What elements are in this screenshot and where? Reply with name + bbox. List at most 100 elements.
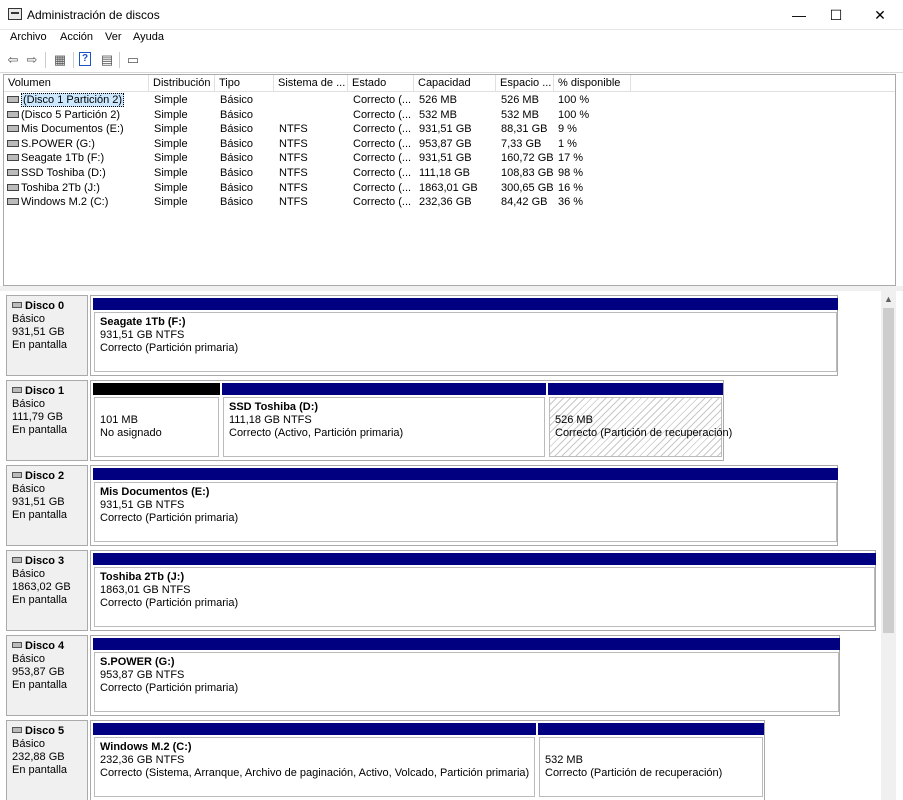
cell-text: Básico: [220, 108, 254, 121]
cell-text: NTFS: [279, 167, 308, 179]
disk-label[interactable]: Disco 0 Básico 931,51 GB En pantalla: [6, 295, 88, 376]
menu-ayuda[interactable]: Ayuda: [133, 31, 164, 43]
table-cell: 931,51 GB: [419, 151, 472, 165]
table-cell: 300,65 GB: [501, 181, 554, 195]
cell-text: 526 MB: [501, 94, 539, 106]
disk-size: 931,51 GB: [12, 496, 65, 508]
table-cell: Correcto (...: [353, 122, 411, 136]
partition-status: Correcto (Partición de recuperación): [545, 767, 723, 779]
disk-icon: [12, 387, 22, 393]
table-row[interactable]: Windows M.2 (C:) Simple Básico NTFS Correcto…: [4, 195, 895, 210]
disk-label[interactable]: Disco 5 Básico 232,88 GB En pantalla: [6, 720, 88, 800]
vertical-scrollbar[interactable]: ▲: [881, 291, 896, 800]
cell-text: Básico: [220, 196, 254, 209]
partition-block[interactable]: 526 MB Correcto (Partición de recuperació…: [548, 383, 732, 458]
table-cell: 36 %: [558, 195, 583, 209]
partition-size: 931,51 GB NTFS: [100, 329, 185, 341]
partition-bar: [538, 723, 764, 735]
show-hide-icon[interactable]: ▭: [125, 52, 141, 68]
partition-box: 101 MB No asignado: [94, 397, 219, 457]
help-icon[interactable]: ?: [79, 52, 91, 66]
partition-block[interactable]: SSD Toshiba (D:) 111,18 GB NTFS Correcto (…: [222, 383, 546, 458]
partition-title: S.POWER (G:): [100, 656, 175, 668]
disk-type: Básico: [12, 398, 46, 410]
partition-block[interactable]: Seagate 1Tb (F:) 931,51 GB NTFS Correcto (…: [93, 298, 838, 373]
partition-block[interactable]: Toshiba 2Tb (J:) 1863,01 GB NTFS Correcto …: [93, 553, 876, 628]
partition-size: 526 MB: [555, 414, 593, 426]
scroll-up-icon[interactable]: ▲: [881, 291, 896, 308]
menu-accion[interactable]: Acción: [60, 31, 93, 43]
table-row[interactable]: (Disco 1 Partición 2) Simple Básico Correct…: [4, 93, 895, 108]
cell-text: 160,72 GB: [501, 152, 554, 165]
disk-icon: [12, 302, 22, 308]
column-header-disponible[interactable]: % disponible: [554, 75, 631, 92]
table-row[interactable]: Mis Documentos (E:) Simple Básico NTFS Corre…: [4, 122, 895, 137]
disk-label[interactable]: Disco 3 Básico 1863,02 GB En pantalla: [6, 550, 88, 631]
column-header-volumen[interactable]: Volumen: [4, 75, 149, 92]
column-header-espacio[interactable]: Espacio ...: [496, 75, 554, 92]
table-cell: Seagate 1Tb (F:): [21, 151, 104, 165]
partition-size: 111,18 GB NTFS: [229, 414, 312, 426]
disk-name: Disco 3: [12, 555, 87, 568]
partition-block[interactable]: Mis Documentos (E:) 931,51 GB NTFS Correct…: [93, 468, 838, 543]
table-cell: Básico: [220, 137, 253, 151]
partition-size: 1863,01 GB NTFS: [100, 584, 191, 596]
disk-size: 953,87 GB: [12, 666, 65, 678]
table-cell: 1863,01 GB: [419, 181, 478, 195]
table-row[interactable]: S.POWER (G:) Simple Básico NTFS Correcto (..…: [4, 137, 895, 152]
column-header-estado[interactable]: Estado: [348, 75, 414, 92]
partition-box: 526 MB Correcto (Partición de recuperació…: [549, 397, 732, 457]
disk-label[interactable]: Disco 2 Básico 931,51 GB En pantalla: [6, 465, 88, 546]
table-cell: 232,36 GB: [419, 195, 472, 209]
cell-text: Correcto (...: [353, 137, 412, 150]
table-cell: Correcto (...: [353, 137, 411, 151]
menu-bar: Archivo Acción Ver Ayuda: [0, 30, 903, 47]
table-row[interactable]: Toshiba 2Tb (J:) Simple Básico NTFS Correcto…: [4, 181, 895, 196]
partition-box: Toshiba 2Tb (J:) 1863,01 GB NTFS Correcto …: [94, 567, 875, 627]
volume-icon: [7, 139, 19, 147]
forward-arrow-icon[interactable]: ⇨: [24, 52, 40, 68]
properties-icon[interactable]: ▤: [99, 52, 115, 68]
table-cell: 100 %: [558, 93, 589, 107]
column-header-capacidad[interactable]: Capacidad: [414, 75, 496, 92]
cell-text: Simple: [154, 137, 188, 150]
toolbar: ⇦ ⇨ ▦ ? ▤ ▭: [0, 47, 903, 73]
disk-label[interactable]: Disco 1 Básico 111,79 GB En pantalla: [6, 380, 88, 461]
scroll-thumb[interactable]: [883, 308, 894, 633]
title-bar: Administración de discos — ☐ ✕: [0, 0, 903, 30]
cell-text: 232,36 GB: [419, 196, 472, 209]
table-cell: Correcto (...: [353, 181, 411, 195]
column-header-distribucion[interactable]: Distribución: [149, 75, 215, 92]
table-row[interactable]: (Disco 5 Partición 2) Simple Básico Correct…: [4, 108, 895, 123]
disk-partitions-area: Windows M.2 (C:) 232,36 GB NTFS Correcto (…: [90, 720, 765, 800]
cell-text: 1 %: [558, 137, 577, 150]
cell-text: 16 %: [558, 181, 584, 194]
console-tree-icon[interactable]: ▦: [52, 52, 68, 68]
column-header-sistema[interactable]: Sistema de ...: [274, 75, 348, 92]
close-button[interactable]: ✕: [857, 0, 903, 30]
table-cell: Básico: [220, 151, 253, 165]
table-row[interactable]: Seagate 1Tb (F:) Simple Básico NTFS Correcto…: [4, 151, 895, 166]
partition-status: Correcto (Partición primaria): [100, 682, 239, 694]
back-arrow-icon[interactable]: ⇦: [5, 52, 21, 68]
column-header-tipo[interactable]: Tipo: [215, 75, 274, 92]
maximize-button[interactable]: ☐: [813, 0, 859, 30]
cell-text: Correcto (...: [353, 94, 412, 106]
disk-label[interactable]: Disco 4 Básico 953,87 GB En pantalla: [6, 635, 88, 716]
table-cell: 16 %: [558, 181, 583, 195]
partition-block[interactable]: 532 MB Correcto (Partición de recuperació…: [538, 723, 764, 798]
menu-ver[interactable]: Ver: [105, 31, 122, 43]
cell-text: Simple: [154, 181, 188, 194]
table-row[interactable]: SSD Toshiba (D:) Simple Básico NTFS Correcto…: [4, 166, 895, 181]
table-cell: Simple: [154, 108, 188, 122]
cell-text: Simple: [154, 108, 188, 121]
menu-archivo[interactable]: Archivo: [10, 31, 47, 43]
cell-text: 526 MB: [419, 94, 457, 106]
table-cell: 98 %: [558, 166, 583, 180]
partition-block[interactable]: S.POWER (G:) 953,87 GB NTFS Correcto (Part…: [93, 638, 840, 713]
partition-block[interactable]: 101 MB No asignado: [93, 383, 220, 458]
disk-size: 232,88 GB: [12, 751, 65, 763]
disk-icon: [12, 472, 22, 478]
partition-block[interactable]: Windows M.2 (C:) 232,36 GB NTFS Correcto (…: [93, 723, 536, 798]
disk-name: Disco 5: [12, 725, 87, 738]
